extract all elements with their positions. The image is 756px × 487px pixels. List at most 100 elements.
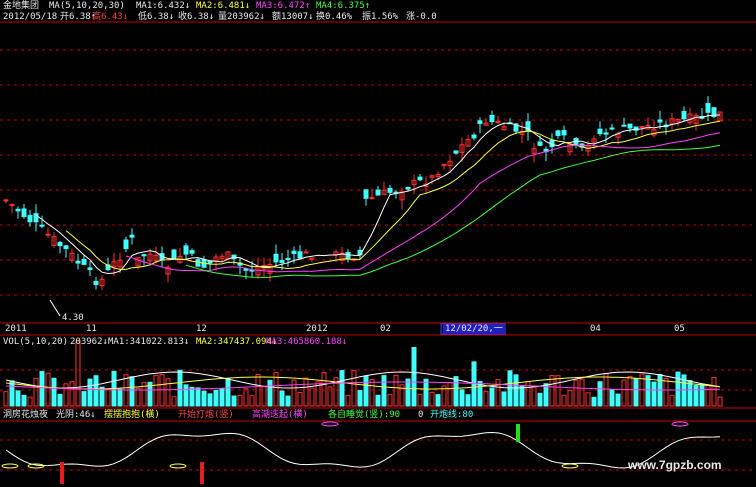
candle-body — [57, 241, 63, 246]
stock-name: 金地集团 — [3, 1, 40, 11]
volume-bar — [135, 387, 141, 407]
signal-marker — [169, 463, 187, 469]
volume-bar — [579, 378, 585, 407]
volume-bar — [117, 388, 123, 407]
ma-line — [185, 144, 721, 278]
volume-bar — [231, 395, 237, 407]
candle-body — [705, 103, 711, 113]
candle-body — [21, 208, 27, 218]
candle-body — [189, 250, 195, 254]
indicator-s6: 开炮线:80 — [430, 410, 474, 420]
volume-bar — [285, 395, 291, 407]
volume-bar — [195, 387, 201, 407]
volume-bar — [483, 391, 489, 407]
volume-bar — [717, 396, 723, 407]
candle-body — [291, 250, 297, 255]
volume-bar — [459, 389, 465, 407]
candle-body — [273, 253, 279, 263]
volume-bar — [207, 393, 213, 407]
candle-body — [207, 260, 213, 264]
candle-body — [603, 132, 609, 135]
quote-volume: 量203962↓ — [218, 12, 265, 22]
volume-bar — [627, 375, 633, 407]
volume-bar — [699, 383, 705, 407]
candle-body — [621, 124, 627, 127]
volume-bar — [357, 390, 363, 407]
indicator-s3: 高潮迭起(横) — [252, 410, 308, 420]
candle-body — [15, 208, 21, 212]
volume-bar — [591, 396, 597, 407]
candle-body — [369, 197, 375, 200]
volume-bar — [363, 375, 369, 407]
candle-body — [345, 252, 351, 259]
indicator-s2: 开始打炮(竖) — [178, 410, 234, 420]
volume-bar — [75, 340, 81, 407]
volume-bar — [33, 377, 39, 407]
volume-bar — [405, 378, 411, 407]
volume-bar — [201, 390, 207, 407]
candle-body — [681, 110, 687, 120]
volume-bar — [447, 381, 453, 407]
volume-bar — [687, 380, 693, 407]
candle-body — [471, 134, 477, 139]
candle-body — [537, 141, 543, 146]
volume-bar — [63, 383, 69, 407]
ma3-value: MA3:6.472↑ — [256, 1, 311, 11]
candle-body — [627, 123, 633, 129]
volume-bar — [417, 393, 423, 407]
indicator-s4: 各自睡觉(竖):90 — [328, 410, 401, 420]
volume-bar — [711, 376, 717, 407]
volume-bar — [621, 379, 627, 407]
volume-bar — [411, 346, 417, 407]
watermark: www.7gpzb.com — [628, 458, 722, 472]
signal-marker — [671, 421, 689, 427]
candle-body — [297, 251, 303, 259]
candle-body — [81, 258, 87, 265]
vol-ma3: MA3:465860.188↓ — [266, 337, 348, 347]
candle-body — [363, 189, 369, 199]
volume-bar — [519, 385, 525, 407]
candle-body — [39, 224, 45, 227]
volume-bar — [567, 389, 573, 407]
volume-bar — [237, 394, 243, 407]
ma-line — [65, 120, 721, 270]
volume-bar — [189, 386, 195, 407]
volume-bar — [645, 375, 651, 407]
volume-bar — [21, 394, 27, 407]
time-tick: 11 — [86, 324, 97, 334]
volume-bar — [15, 390, 21, 407]
volume-bar — [51, 377, 57, 407]
candle-body — [279, 260, 285, 264]
candle-body — [495, 120, 501, 123]
candle-body — [171, 249, 177, 259]
volume-bar — [69, 381, 75, 407]
ma1-value: MA1:6.432↓ — [136, 1, 191, 11]
volume-bar — [663, 377, 669, 407]
time-tick: 05 — [674, 324, 685, 334]
quote-low: 低6.38↓ — [138, 12, 175, 22]
candle-body — [9, 203, 15, 206]
volume-bar — [609, 389, 615, 407]
volume-bar — [549, 375, 555, 407]
candle-body — [375, 189, 381, 196]
volume-bar — [243, 388, 249, 407]
signal-bar-green — [516, 424, 520, 442]
candle-body — [141, 254, 147, 257]
signal-marker — [321, 421, 339, 427]
vol-ma1: MA1:341022.813↓ — [108, 337, 190, 347]
volume-bar — [249, 395, 255, 407]
candle-body — [609, 127, 615, 130]
quote-open: 开6.38↑ — [60, 12, 97, 22]
volume-bar — [129, 376, 135, 407]
volume-bar — [183, 384, 189, 407]
candle-body — [489, 114, 495, 123]
candle-body — [195, 259, 201, 267]
ma-label: MA(5,10,20,30) — [49, 1, 125, 11]
volume-bar — [321, 372, 327, 407]
candle-body — [129, 234, 135, 238]
volume-bar — [489, 387, 495, 407]
candle-body — [405, 186, 411, 190]
volume-bar — [705, 384, 711, 407]
time-tick: 04 — [590, 324, 601, 334]
signal-marker — [1, 463, 19, 469]
